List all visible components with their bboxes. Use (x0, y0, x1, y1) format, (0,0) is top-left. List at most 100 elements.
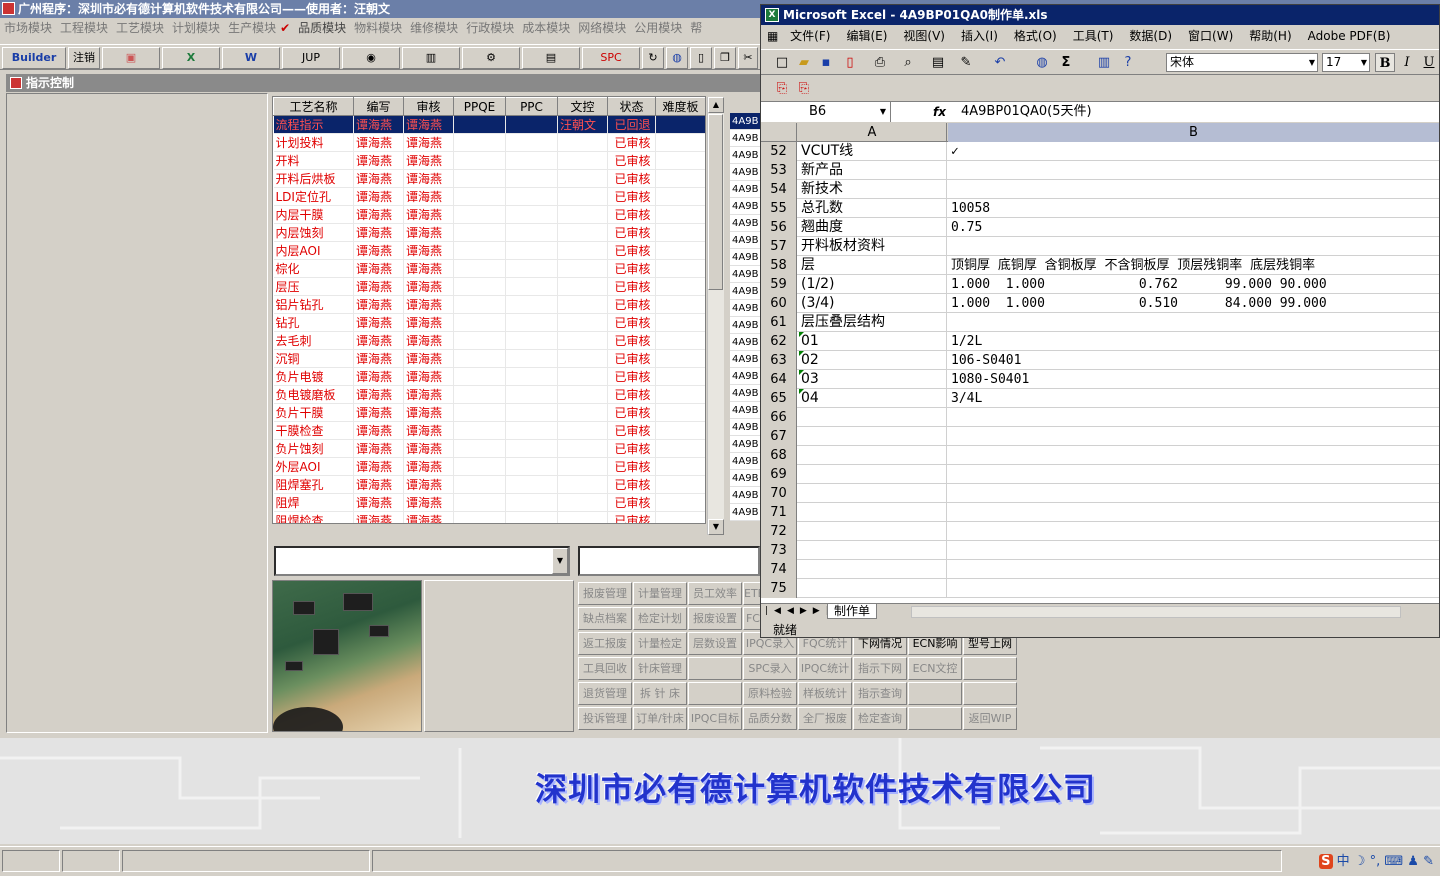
sheet-row[interactable]: 74 (761, 560, 1439, 579)
grid-cell[interactable] (557, 223, 608, 242)
grid-cell[interactable]: 谭海燕 (353, 241, 404, 260)
module-button[interactable]: IPQC目标 (688, 707, 742, 730)
grid-cell[interactable] (453, 331, 506, 350)
cell-a[interactable]: 层压叠层结构 (799, 313, 947, 332)
grid-column-header[interactable]: 难度板 (655, 97, 705, 116)
document-icon[interactable]: ▯ (690, 47, 712, 69)
grid-row[interactable]: 负电镀磨板 谭海燕 谭海燕 已审核 (273, 385, 705, 404)
sheet-row[interactable]: 56 翘曲度 0.75 (761, 218, 1439, 237)
code-cell[interactable]: 4A9B (730, 487, 760, 504)
paste-icon[interactable]: ▤ (929, 54, 947, 72)
grid-row[interactable]: 钻孔 谭海燕 谭海燕 已审核 (273, 313, 705, 332)
cell-a[interactable] (799, 484, 947, 503)
grid-row[interactable]: 沉铜 谭海燕 谭海燕 已审核 (273, 349, 705, 368)
sogou-icon[interactable]: S (1319, 854, 1333, 869)
code-cell[interactable]: 4A9B (730, 436, 760, 453)
grid-cell[interactable] (453, 115, 506, 134)
chevron-down-icon[interactable]: ▼ (1361, 54, 1367, 71)
grid-cell[interactable]: 谭海燕 (403, 313, 454, 332)
grid-cell[interactable] (557, 367, 608, 386)
cell-a[interactable]: (1/2) (799, 275, 947, 294)
sheet-row[interactable]: 55 总孔数 10058 (761, 199, 1439, 218)
fx-icon[interactable]: fx (933, 102, 946, 122)
pdf-convert-icon[interactable]: ⎘ (773, 80, 791, 98)
grid-cell[interactable] (655, 223, 705, 242)
grid-cell[interactable] (557, 187, 608, 206)
grid-cell[interactable]: 内层蚀刻 (273, 223, 354, 242)
grid-cell[interactable] (557, 277, 608, 296)
module-button[interactable]: 拆 针 床 (633, 682, 687, 705)
grid-cell[interactable] (453, 169, 506, 188)
grid-cell[interactable] (505, 367, 558, 386)
cell-b[interactable] (949, 180, 1439, 199)
code-cell[interactable]: 4A9B (730, 249, 760, 266)
grid-column-header[interactable]: 文控 (557, 97, 608, 116)
worksheet[interactable]: A B 52 VCUT线 ✓ 53 新产品 54 新技术 55 总孔数 10058 56 翘曲度 0.7… (761, 123, 1439, 603)
sheet-row[interactable]: 73 (761, 541, 1439, 560)
cell-a[interactable]: 01 (799, 332, 947, 351)
menu-item[interactable]: 品质模块 (298, 18, 346, 38)
excel-menu-item[interactable]: 编辑(E) (846, 26, 887, 46)
keyboard-icon[interactable]: ⌨ (1384, 854, 1403, 869)
grid-cell[interactable] (655, 151, 705, 170)
grid-row[interactable]: 负片蚀刻 谭海燕 谭海燕 已审核 (273, 439, 705, 458)
grid-cell[interactable]: 已审核 (607, 331, 656, 350)
grid-row[interactable]: 铝片钻孔 谭海燕 谭海燕 已审核 (273, 295, 705, 314)
cell-b[interactable]: 1.000 1.000 0.510 84.000 99.000 (949, 294, 1439, 313)
cell-b[interactable]: 1/2L (949, 332, 1439, 351)
menu-item[interactable]: 行政模块 (466, 18, 514, 38)
refresh-icon[interactable]: ↻ (642, 47, 664, 69)
grid-cell[interactable] (557, 493, 608, 512)
underline-icon[interactable]: U (1419, 53, 1439, 72)
grid-cell[interactable]: 已审核 (607, 385, 656, 404)
grid-cell[interactable]: 谭海燕 (353, 331, 404, 350)
menu-item[interactable]: 物料模块 (354, 18, 402, 38)
grid-cell[interactable]: 已审核 (607, 151, 656, 170)
grid-cell[interactable] (453, 439, 506, 458)
grid-cell[interactable]: 谭海燕 (353, 349, 404, 368)
code-cell[interactable]: 4A9B (730, 504, 760, 521)
grid-row[interactable]: 阻焊 谭海燕 谭海燕 已审核 (273, 493, 705, 512)
column-header-a[interactable]: A (798, 123, 947, 142)
cell-a[interactable] (799, 541, 947, 560)
grid-cell[interactable] (453, 277, 506, 296)
row-header[interactable]: 55 (761, 199, 797, 218)
grid-cell[interactable] (655, 403, 705, 422)
grid-cell[interactable] (655, 187, 705, 206)
grid-cell[interactable]: 谭海燕 (403, 385, 454, 404)
ime-lang[interactable]: 中 (1337, 854, 1350, 869)
module-button[interactable]: 全厂报废 (798, 707, 852, 730)
help-icon[interactable]: ? (1119, 54, 1137, 72)
grid-cell[interactable] (453, 295, 506, 314)
cell-a[interactable]: 04 (799, 389, 947, 408)
grid-cell[interactable] (453, 313, 506, 332)
grid-cell[interactable] (505, 205, 558, 224)
grid-cell[interactable] (453, 205, 506, 224)
grid-cell[interactable]: 谭海燕 (353, 313, 404, 332)
sheet-tab[interactable]: 制作单 (827, 604, 878, 619)
grid-cell[interactable]: 已审核 (607, 475, 656, 494)
grid-cell[interactable]: 谭海燕 (403, 223, 454, 242)
grid-cell[interactable] (453, 349, 506, 368)
row-header[interactable]: 58 (761, 256, 797, 275)
grid-cell[interactable]: 已审核 (607, 349, 656, 368)
grid-cell[interactable] (655, 367, 705, 386)
wrench-icon[interactable]: ✎ (1423, 854, 1434, 869)
sheet-row[interactable]: 66 (761, 408, 1439, 427)
grid-cell[interactable]: 沉铜 (273, 349, 354, 368)
tab-nav-icons[interactable]: |◀◀▶▶| (765, 604, 835, 619)
grid-cell[interactable] (557, 421, 608, 440)
grid-cell[interactable]: 谭海燕 (353, 421, 404, 440)
row-header[interactable]: 72 (761, 522, 797, 541)
grid-cell[interactable] (655, 277, 705, 296)
module-button[interactable]: 指示查询 (853, 682, 907, 705)
horizontal-scrollbar[interactable] (911, 606, 1401, 618)
grid-cell[interactable] (655, 205, 705, 224)
sheet-row[interactable]: 70 (761, 484, 1439, 503)
grid-column-header[interactable]: PPQE (453, 97, 506, 116)
grid-cell[interactable]: 负片蚀刻 (273, 439, 354, 458)
grid-cell[interactable]: 已审核 (607, 169, 656, 188)
module-button[interactable]: 返工报废 (578, 632, 632, 655)
grid-cell[interactable] (655, 511, 705, 523)
excel-menu-item[interactable]: 文件(F) (790, 26, 830, 46)
